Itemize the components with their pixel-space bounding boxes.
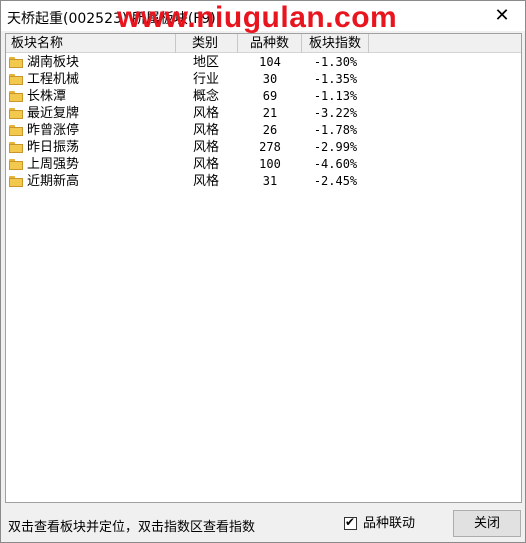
- sector-name: 最近复牌: [27, 106, 80, 121]
- sector-count: 69: [262, 89, 278, 103]
- sector-count: 26: [262, 123, 278, 137]
- sector-count: 104: [259, 55, 281, 69]
- checkbox-label[interactable]: 品种联动: [363, 515, 415, 533]
- column-header-count[interactable]: 品种数: [238, 34, 302, 53]
- sector-name: 湖南板块: [27, 55, 80, 70]
- sector-type: 风格: [193, 140, 220, 155]
- sector-count: 100: [259, 157, 281, 171]
- close-icon[interactable]: ✕: [491, 5, 513, 27]
- table-row[interactable]: 昨日振荡 风格 278 -2.99%: [6, 139, 521, 156]
- sector-index[interactable]: -2.99%: [302, 139, 369, 156]
- checkbox-box[interactable]: ✔: [344, 515, 357, 530]
- sector-type: 行业: [193, 72, 220, 87]
- sector-index[interactable]: -1.30%: [302, 54, 369, 71]
- table-row[interactable]: 近期新高 风格 31 -2.45%: [6, 173, 521, 190]
- sector-type: 风格: [193, 123, 220, 138]
- sector-index[interactable]: -1.35%: [302, 71, 369, 88]
- sector-count: 21: [262, 106, 278, 120]
- sector-index[interactable]: -2.45%: [302, 173, 369, 190]
- title-bar: 天桥起重(002523) 所属板块(F9) www.niugulan.com ✕: [1, 1, 525, 34]
- sector-name: 昨日振荡: [27, 140, 80, 155]
- hint-text: 双击查看板块并定位，双击指数区查看指数: [8, 520, 256, 535]
- list-rows: 湖南板块 地区 104 -1.30% 工程机械 行业 30 -1.35% 长株潭 概念 69 -1.1…: [6, 54, 521, 190]
- watermark: www.niugulan.com: [117, 1, 398, 34]
- sector-type: 概念: [193, 89, 220, 104]
- sector-type: 地区: [193, 55, 220, 70]
- sector-index[interactable]: -1.13%: [302, 88, 369, 105]
- sector-type: 风格: [193, 174, 220, 189]
- sector-count: 31: [262, 174, 278, 188]
- sector-name: 昨曾涨停: [27, 123, 80, 138]
- sector-type: 风格: [193, 157, 220, 172]
- sector-index[interactable]: -4.60%: [302, 156, 369, 173]
- sector-name: 长株潭: [27, 89, 67, 104]
- table-row[interactable]: 工程机械 行业 30 -1.35%: [6, 71, 521, 88]
- table-row[interactable]: 最近复牌 风格 21 -3.22%: [6, 105, 521, 122]
- list-header: 板块名称 类别 品种数 板块指数: [6, 34, 521, 53]
- check-icon: ✔: [345, 515, 356, 529]
- sector-name: 上周强势: [27, 157, 80, 172]
- column-header-index[interactable]: 板块指数: [302, 34, 369, 53]
- column-header-type[interactable]: 类别: [176, 34, 238, 53]
- sector-count: 30: [262, 72, 278, 86]
- table-row[interactable]: 长株潭 概念 69 -1.13%: [6, 88, 521, 105]
- column-header-name[interactable]: 板块名称: [6, 34, 176, 53]
- table-row[interactable]: 上周强势 风格 100 -4.60%: [6, 156, 521, 173]
- sector-dialog: 天桥起重(002523) 所属板块(F9) www.niugulan.com ✕…: [0, 0, 526, 543]
- sector-name: 近期新高: [27, 174, 80, 189]
- sector-index[interactable]: -1.78%: [302, 122, 369, 139]
- table-row[interactable]: 昨曾涨停 风格 26 -1.78%: [6, 122, 521, 139]
- table-row[interactable]: 湖南板块 地区 104 -1.30%: [6, 54, 521, 71]
- sector-name: 工程机械: [27, 72, 80, 87]
- sector-type: 风格: [193, 106, 220, 121]
- close-button[interactable]: 关闭: [453, 510, 521, 537]
- sector-list[interactable]: 板块名称 类别 品种数 板块指数 湖南板块 地区 104 -1.30% 工程机械 行业 30…: [5, 33, 522, 503]
- sector-count: 278: [259, 140, 281, 154]
- sector-index[interactable]: -3.22%: [302, 105, 369, 122]
